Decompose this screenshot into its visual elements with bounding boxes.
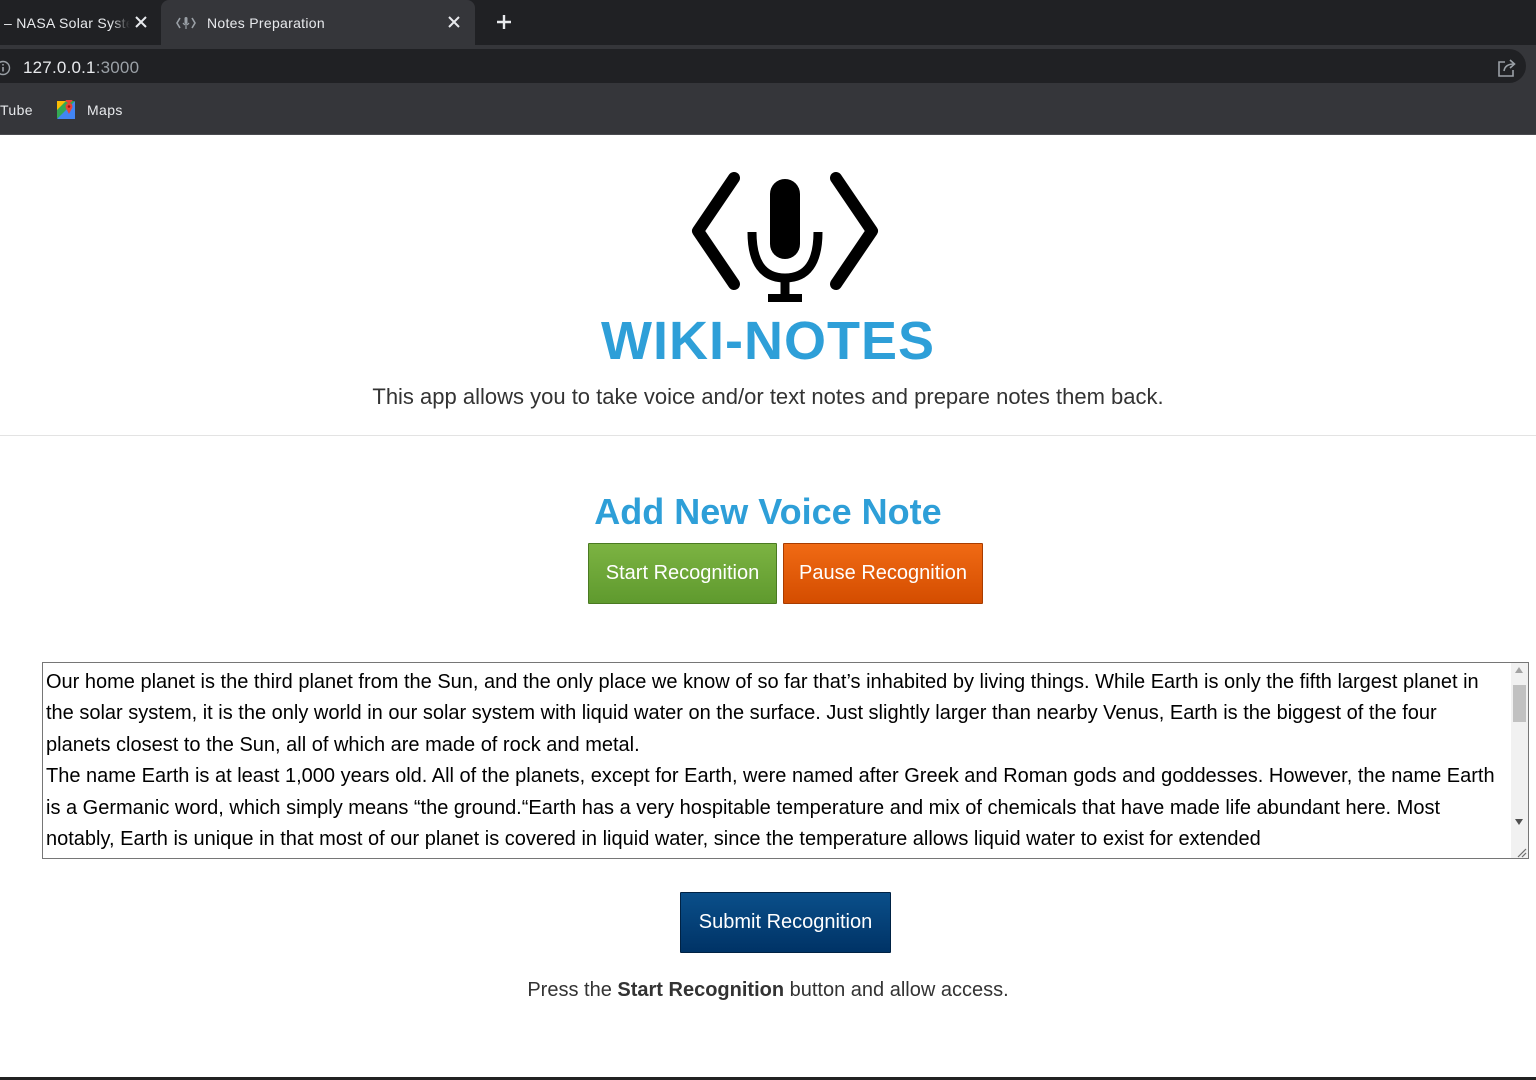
tab-nasa-solar-system[interactable]: – NASA Solar System — [0, 0, 160, 45]
favicon-icon — [176, 15, 196, 31]
maps-icon — [56, 96, 76, 120]
microphone-logo-icon — [690, 172, 880, 308]
hint-suffix: button and allow access. — [784, 979, 1009, 1001]
tab-title: Notes Preparation — [207, 14, 325, 31]
bookmark-youtube[interactable]: Tube — [0, 102, 33, 118]
tab-notes-preparation[interactable]: Notes Preparation — [161, 0, 475, 45]
url-host: 127.0.0.1 — [23, 58, 96, 77]
scroll-down-arrow-icon[interactable] — [1515, 819, 1523, 825]
address-bar[interactable] — [0, 49, 1526, 83]
section-title: Add New Voice Note — [594, 491, 942, 532]
new-tab-icon[interactable] — [492, 10, 516, 34]
tab-strip: – NASA Solar System Notes Preparation — [0, 0, 1536, 45]
url-text[interactable]: 127.0.0.1:3000 — [23, 58, 139, 78]
bookmarks-bar — [0, 88, 1536, 135]
url-port: :3000 — [95, 58, 140, 77]
tab-title: – NASA Solar System — [4, 14, 130, 31]
app-title: WIKI-NOTES — [601, 311, 935, 371]
instruction-hint: Press the Start Recognition button and a… — [0, 977, 1536, 1003]
scroll-up-arrow-icon[interactable] — [1515, 667, 1523, 673]
scroll-thumb[interactable] — [1513, 685, 1526, 722]
share-icon[interactable] — [1496, 57, 1518, 79]
start-recognition-button[interactable]: Start Recognition — [588, 543, 777, 604]
hint-bold: Start Recognition — [617, 979, 785, 1001]
browser-toolbar — [0, 45, 1536, 88]
bookmark-maps[interactable]: Maps — [87, 102, 123, 118]
hint-prefix: Press the — [527, 979, 618, 1001]
notes-textarea[interactable]: Our home planet is the third planet from… — [42, 662, 1529, 859]
close-icon[interactable] — [131, 12, 151, 32]
close-icon[interactable] — [444, 12, 464, 32]
submit-recognition-button[interactable]: Submit Recognition — [680, 892, 891, 953]
info-icon[interactable] — [0, 60, 12, 76]
app-description: This app allows you to take voice and/or… — [372, 384, 1164, 409]
resize-grip-icon[interactable] — [1515, 845, 1527, 858]
divider — [0, 435, 1536, 436]
notes-text[interactable]: Our home planet is the third planet from… — [46, 667, 1504, 855]
textarea-scrollbar[interactable] — [1511, 663, 1528, 858]
pause-recognition-button[interactable]: Pause Recognition — [783, 543, 983, 604]
